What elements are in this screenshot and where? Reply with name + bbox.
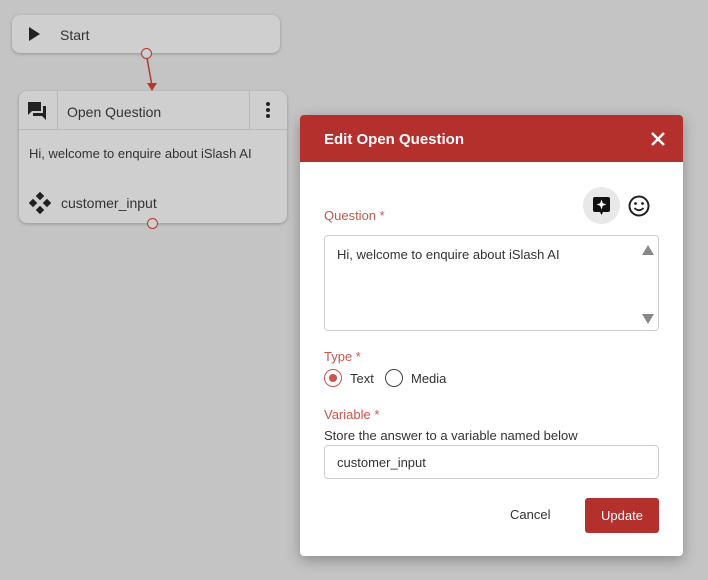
- variable-help-text: Store the answer to a variable named bel…: [324, 428, 578, 443]
- open-question-node[interactable]: Open Question Hi, welcome to enquire abo…: [19, 91, 287, 223]
- scroll-down-arrow-icon[interactable]: [641, 313, 655, 325]
- sparkle-icon: [593, 197, 610, 215]
- question-text: Hi, welcome to enquire about iSlash AI: [337, 247, 560, 262]
- type-text-radio[interactable]: [324, 369, 342, 387]
- type-media-label: Media: [411, 371, 447, 386]
- update-button[interactable]: Update: [585, 498, 659, 533]
- start-node-label: Start: [60, 27, 90, 43]
- close-icon[interactable]: [650, 131, 666, 147]
- cancel-button[interactable]: Cancel: [510, 507, 550, 522]
- variable-input[interactable]: customer_input: [324, 445, 659, 479]
- emoji-icon[interactable]: [627, 194, 651, 218]
- dialog-title: Edit Open Question: [324, 131, 465, 148]
- node-title: Open Question: [67, 104, 162, 120]
- start-output-port[interactable]: [141, 48, 152, 59]
- question-textarea[interactable]: Hi, welcome to enquire about iSlash AI: [324, 235, 659, 331]
- type-label: Type *: [324, 349, 361, 364]
- question-label: Question *: [324, 208, 385, 223]
- type-text-label: Text: [350, 371, 374, 386]
- header-divider: [57, 91, 58, 129]
- ai-generate-button[interactable]: [583, 187, 620, 224]
- node-question-text: Hi, welcome to enquire about iSlash AI: [29, 146, 252, 161]
- header-divider: [249, 91, 250, 129]
- type-media-radio[interactable]: [385, 369, 403, 387]
- variable-icon: [29, 192, 51, 214]
- variable-input-value: customer_input: [337, 455, 426, 470]
- open-question-output-port[interactable]: [147, 218, 158, 229]
- edit-open-question-dialog: Edit Open Question Question * Hi, welcom…: [300, 115, 683, 556]
- chat-icon: [28, 102, 46, 120]
- more-vertical-icon[interactable]: [259, 100, 277, 120]
- dialog-header: Edit Open Question: [300, 115, 683, 162]
- node-variable-name: customer_input: [61, 195, 157, 211]
- scroll-up-arrow-icon[interactable]: [641, 244, 655, 256]
- play-icon: [29, 27, 40, 41]
- variable-label: Variable *: [324, 407, 380, 422]
